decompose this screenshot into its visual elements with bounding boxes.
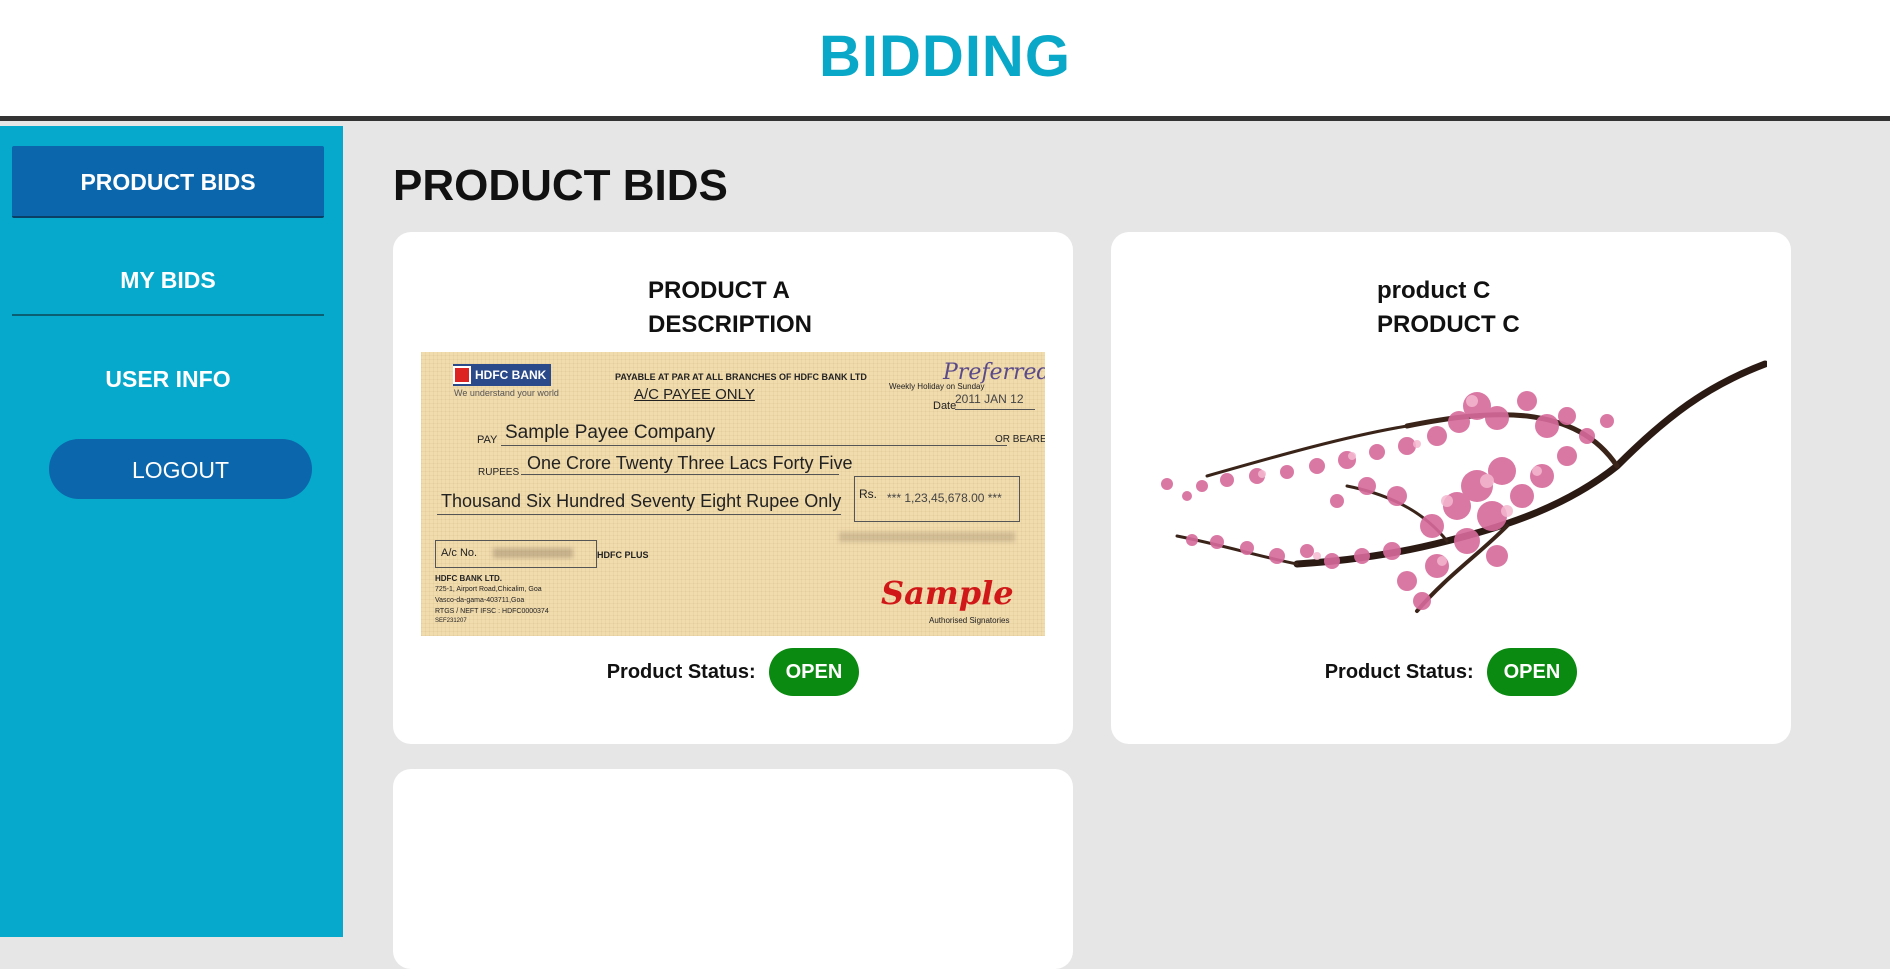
rs-label: Rs. [859, 487, 877, 501]
payee-name: Sample Payee Company [505, 422, 716, 443]
account-label: A/c No. [441, 547, 478, 559]
bank-logo-icon [453, 366, 471, 384]
logout-button[interactable]: LOGOUT [49, 439, 312, 499]
holiday-text: Weekly Holiday on Sunday [889, 382, 985, 391]
rupees-label: RUPEES [478, 467, 520, 478]
product-name: PRODUCT A [648, 277, 790, 304]
blurred-signature [839, 532, 1015, 542]
product-description: PRODUCT C [1377, 311, 1520, 338]
product-card[interactable] [393, 769, 1073, 969]
product-status-row: Product Status: OPEN [393, 648, 1073, 696]
app-header: BIDDING [0, 0, 1890, 121]
product-description: DESCRIPTION [648, 311, 813, 338]
date-value: 2011 JAN 12 [955, 392, 1024, 406]
product-image-cheque: HDFC BANK We understand your world PAYAB… [421, 352, 1045, 636]
bank-address-3: Vasco-da-gama-403711,Goa [435, 597, 525, 604]
main-content: PRODUCT BIDS PRODUCT A DESCRIPTION HDFC … [343, 126, 1890, 969]
product-name: product C [1377, 277, 1491, 304]
sidebar-item-product-bids[interactable]: PRODUCT BIDS [12, 146, 324, 218]
account-type: HDFC PLUS [597, 550, 649, 560]
sidebar: PRODUCT BIDS MY BIDS USER INFO LOGOUT [0, 126, 343, 937]
blurred-account-number [493, 548, 573, 558]
signatory-text: Authorised Signatories [929, 616, 1010, 625]
product-image-blossom [1147, 356, 1767, 632]
sample-stamp: Sample [881, 574, 1014, 612]
product-card[interactable]: PRODUCT A DESCRIPTION HDFC BANK We under… [393, 232, 1073, 744]
amount-words-line-2: Thousand Six Hundred Seventy Eight Rupee… [441, 491, 842, 511]
ac-payee-text: A/C PAYEE ONLY [634, 386, 755, 403]
payable-text: PAYABLE AT PAR AT ALL BRANCHES OF HDFC B… [615, 372, 867, 382]
product-status-label: Product Status: [606, 660, 756, 683]
bank-address-4: RTGS / NEFT IFSC : HDFC0000374 [435, 608, 549, 615]
page-title: PRODUCT BIDS [393, 161, 728, 210]
bank-address-2: 725-1, Airport Road,Chicalim, Goa [435, 586, 542, 593]
product-card[interactable]: product C PRODUCT C Product Status: OPEN [1111, 232, 1791, 744]
amount-figure: *** 1,23,45,678.00 *** [887, 491, 1002, 505]
sidebar-item-user-info[interactable]: USER INFO [12, 343, 324, 415]
status-badge: OPEN [768, 648, 860, 696]
status-badge: OPEN [1486, 648, 1578, 696]
cheque-image: HDFC BANK We understand your world PAYAB… [421, 352, 1045, 636]
bank-tagline: We understand your world [454, 388, 559, 398]
bearer-text: OR BEARER [995, 434, 1045, 445]
product-status-row: Product Status: OPEN [1111, 648, 1791, 696]
bank-address-1: HDFC BANK LTD. [435, 574, 502, 583]
sidebar-item-my-bids[interactable]: MY BIDS [12, 244, 324, 316]
bank-address-5: SEF231207 [435, 618, 467, 624]
product-status-label: Product Status: [1324, 660, 1474, 683]
pay-label: PAY [477, 434, 498, 446]
cherry-blossom-branch-icon [1161, 360, 1767, 613]
date-label: Date [933, 400, 957, 412]
amount-words-line-1: One Crore Twenty Three Lacs Forty Five [527, 453, 853, 473]
app-title: BIDDING [819, 24, 1071, 89]
